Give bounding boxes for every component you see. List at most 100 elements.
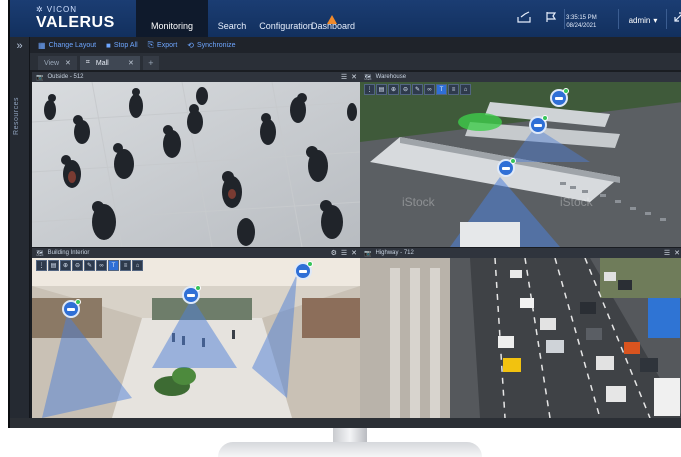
map-view xyxy=(32,258,360,418)
zoom-out-icon[interactable]: ⊖ xyxy=(400,84,411,95)
video-feed xyxy=(32,81,360,247)
resources-rail[interactable]: » Resources xyxy=(10,37,30,418)
divider xyxy=(618,9,619,29)
close-icon[interactable]: ✕ xyxy=(351,73,357,81)
zoom-out-icon[interactable]: ⊖ xyxy=(72,260,83,271)
pane-title: Highway - 712 xyxy=(375,250,414,256)
camera-marker-icon[interactable] xyxy=(182,285,201,304)
tool-pin-icon[interactable]: ✎ xyxy=(84,260,95,271)
tab-label: Search xyxy=(217,21,247,31)
synchronize-button[interactable]: ⟲ Synchronize xyxy=(187,41,235,50)
map-tools: ⋮ ▤ ⊕ ⊖ ✎ ∞ T ≡ ⌂ xyxy=(364,84,471,95)
camera-pane-outside[interactable]: 📷 Outside - 512 ☰ ✕ xyxy=(32,72,360,247)
tool-text-icon[interactable]: T xyxy=(436,84,447,95)
camera-marker-icon[interactable] xyxy=(550,88,569,107)
layout-icon: ▦ xyxy=(38,40,46,50)
tab-label: Monitoring xyxy=(150,21,194,31)
tab-label: View xyxy=(44,59,60,67)
camera-marker-icon[interactable] xyxy=(62,299,81,318)
export-icon[interactable] xyxy=(514,7,534,27)
camera-pane-warehouse[interactable]: 🗺 Warehouse iStock iStock ⋮ ▤ ⊕ ⊖ ✎ ∞ T … xyxy=(360,72,681,247)
tab-view[interactable]: View ✕ xyxy=(38,56,77,70)
pane-title: Building Interior xyxy=(47,250,90,256)
tool-list-icon[interactable]: ⋮ xyxy=(364,84,375,95)
pane-title: Warehouse xyxy=(375,74,407,80)
change-layout-button[interactable]: ▦ Change Layout xyxy=(38,41,96,50)
watermark: iStock xyxy=(402,195,436,209)
close-icon[interactable]: ✕ xyxy=(351,249,357,257)
resources-label: Resources xyxy=(13,97,20,135)
product-name: VALERUS xyxy=(36,14,115,31)
camera-pane-highway[interactable]: 📷 Highway - 712 ☰ ✕ xyxy=(360,248,681,418)
view-tabs: View ✕ ⌗ Mall ✕ + xyxy=(30,53,681,70)
tab-dashboard[interactable]: Dashboard xyxy=(303,0,363,37)
clock: 3:35:15 PM 08/24/2021 xyxy=(566,14,597,30)
map-icon: 🗺 xyxy=(364,74,372,81)
pane-title: Outside - 512 xyxy=(47,74,84,80)
tab-monitoring[interactable]: Monitoring xyxy=(136,0,208,37)
tool-layers-icon[interactable]: ≡ xyxy=(120,260,131,271)
add-tab-button[interactable]: + xyxy=(142,56,159,70)
map-view: iStock iStock xyxy=(360,82,681,247)
tool-map-icon[interactable]: ▤ xyxy=(48,260,59,271)
expand-icon[interactable] xyxy=(669,7,681,27)
chevron-down-icon: ▾ xyxy=(653,16,658,25)
pane-header: 🗺 Warehouse xyxy=(360,72,681,82)
tool-link-icon[interactable]: ∞ xyxy=(96,260,107,271)
double-chevron-right-icon[interactable]: » xyxy=(10,40,29,52)
divider xyxy=(666,9,667,29)
close-icon[interactable]: ✕ xyxy=(128,59,134,67)
sync-icon: ⟲ xyxy=(187,40,194,50)
tool-map-icon[interactable]: ▤ xyxy=(376,84,387,95)
watermark: iStock xyxy=(560,195,594,209)
flag-icon[interactable] xyxy=(541,7,561,27)
tool-home-icon[interactable]: ⌂ xyxy=(132,260,143,271)
logo-mark-icon: ✲ xyxy=(36,5,44,14)
camera-marker-icon[interactable] xyxy=(294,261,313,280)
tool-text-icon[interactable]: T xyxy=(108,260,119,271)
menu-icon[interactable]: ☰ xyxy=(664,249,670,257)
close-icon[interactable]: ✕ xyxy=(65,59,71,67)
video-feed xyxy=(360,257,681,418)
monitor-bezel: ✲ VICON VALERUS Monitoring Search Configu… xyxy=(8,0,681,428)
monitor-stand-base xyxy=(218,442,482,457)
tab-mall[interactable]: ⌗ Mall ✕ xyxy=(79,56,140,70)
menu-icon[interactable]: ☰ xyxy=(341,249,347,257)
pane-header: 🗺 Building Interior ⚙ ☰ ✕ xyxy=(32,248,360,258)
button-label: Export xyxy=(157,41,178,49)
logo: ✲ VICON VALERUS xyxy=(36,5,115,32)
view-toolbar: ▦ Change Layout ■ Stop All ⎘ Export ⟲ Synchr… xyxy=(30,37,681,53)
tab-search[interactable]: Search xyxy=(208,0,256,37)
export-button[interactable]: ⎘ Export xyxy=(148,40,178,50)
warning-icon xyxy=(327,15,337,24)
tool-layers-icon[interactable]: ≡ xyxy=(448,84,459,95)
menu-icon[interactable]: ☰ xyxy=(341,73,347,81)
clock-time: 3:35:15 PM xyxy=(566,15,597,21)
export-icon: ⎘ xyxy=(147,40,155,49)
monitor-bottom-bezel xyxy=(10,418,681,428)
user-name: admin xyxy=(628,16,651,25)
zoom-in-icon[interactable]: ⊕ xyxy=(60,260,71,271)
tool-home-icon[interactable]: ⌂ xyxy=(460,84,471,95)
tool-pin-icon[interactable]: ✎ xyxy=(412,84,423,95)
pane-header: 📷 Outside - 512 ☰ ✕ xyxy=(32,72,360,82)
top-bar: ✲ VICON VALERUS Monitoring Search Configu… xyxy=(10,0,681,37)
map-tools: ⋮ ▤ ⊕ ⊖ ✎ ∞ T ≡ ⌂ xyxy=(36,260,143,271)
brand-name: VICON xyxy=(46,5,78,14)
close-icon[interactable]: ✕ xyxy=(674,249,680,257)
camera-marker-icon[interactable] xyxy=(529,115,548,134)
button-label: Synchronize xyxy=(196,41,236,49)
camera-icon: 📷 xyxy=(364,250,372,257)
camera-pane-building-interior[interactable]: 🗺 Building Interior ⚙ ☰ ✕ ⋮ ▤ ⊕ ⊖ ✎ ∞ T … xyxy=(32,248,360,418)
tool-link-icon[interactable]: ∞ xyxy=(424,84,435,95)
divider xyxy=(564,9,565,29)
tool-list-icon[interactable]: ⋮ xyxy=(36,260,47,271)
gear-icon[interactable]: ⚙ xyxy=(331,249,337,257)
pane-header: 📷 Highway - 712 ☰ ✕ xyxy=(360,248,681,258)
stop-all-button[interactable]: ■ Stop All xyxy=(106,41,138,50)
camera-icon: 📷 xyxy=(36,74,44,81)
camera-marker-icon[interactable] xyxy=(497,158,516,177)
zoom-in-icon[interactable]: ⊕ xyxy=(388,84,399,95)
user-menu[interactable]: admin ▾ xyxy=(624,13,662,28)
clock-date: 08/24/2021 xyxy=(566,23,597,29)
